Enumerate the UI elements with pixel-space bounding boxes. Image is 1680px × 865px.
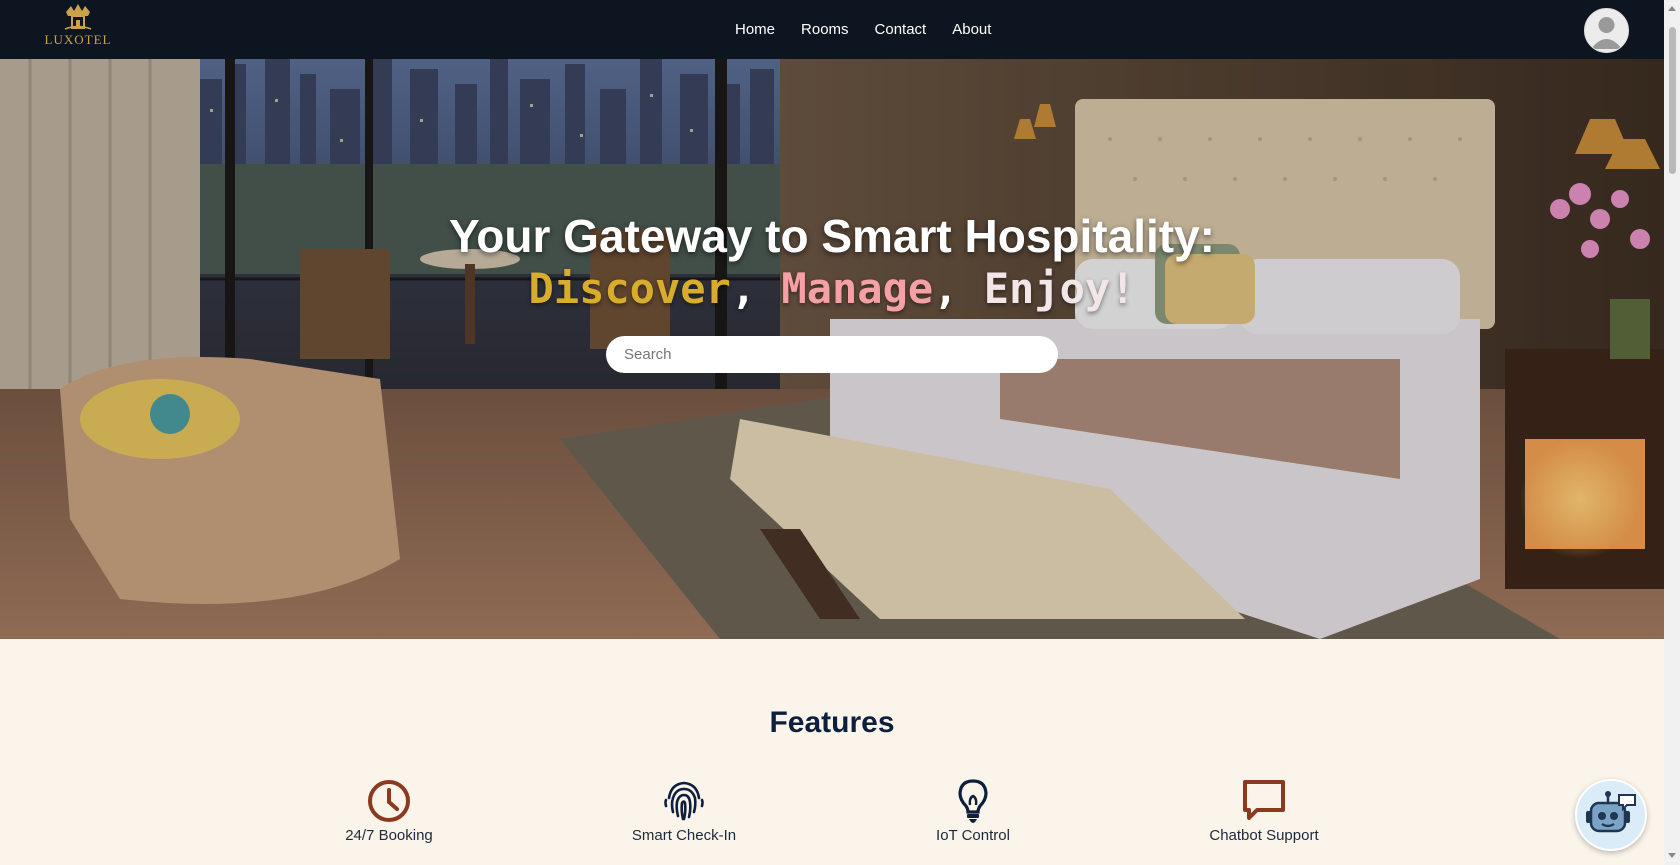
feature-label: 24/7 Booking (345, 827, 433, 844)
scroll-up-arrow[interactable] (1668, 6, 1676, 11)
nav-home[interactable]: Home (735, 21, 775, 38)
hero-separator-2: , (933, 264, 959, 313)
feature-iot-control[interactable]: IoT Control (873, 778, 1073, 844)
robot-chat-icon (1586, 791, 1636, 833)
feature-chatbot-support[interactable]: Chatbot Support (1164, 778, 1364, 844)
feature-smart-check-in[interactable]: Smart Check-In (584, 778, 784, 844)
feature-label: Chatbot Support (1209, 827, 1319, 844)
features-heading: Features (769, 706, 895, 739)
main-nav: Home Rooms Contact About (735, 0, 1017, 59)
hero-section: Your Gateway to Smart Hospitality: Disco… (0, 59, 1664, 639)
hero-word-enjoy: Enjoy! (983, 264, 1136, 313)
feature-label: Smart Check-In (631, 827, 737, 844)
hero-title: Your Gateway to Smart Hospitality: (449, 210, 1215, 262)
user-avatar-button[interactable] (1584, 8, 1629, 53)
feature-label: IoT Control (936, 827, 1010, 844)
scroll-down-arrow[interactable] (1668, 853, 1676, 858)
brand-logo[interactable]: LUXOTEL (38, 2, 118, 54)
nav-about[interactable]: About (952, 21, 991, 38)
hero-word-discover: Discover (528, 264, 731, 313)
search-input[interactable] (606, 336, 1058, 373)
top-navbar: LUXOTEL Home Rooms Contact About (0, 0, 1664, 59)
hero-subtitle: Discover, Manage, Enjoy! (0, 264, 1664, 313)
fingerprint-icon (664, 781, 704, 821)
chatbot-launcher-button[interactable] (1575, 779, 1647, 851)
hero-word-manage: Manage (781, 264, 934, 313)
hero-separator-1: , (730, 264, 757, 313)
feature-24-7-booking[interactable]: 24/7 Booking (289, 778, 489, 844)
user-avatar-icon (1591, 17, 1622, 49)
brand-name: LUXOTEL (44, 32, 112, 47)
clock-icon (368, 780, 410, 822)
chat-bubble-icon (1243, 780, 1285, 820)
crown-hotel-icon (64, 4, 92, 30)
nav-rooms[interactable]: Rooms (801, 21, 849, 38)
lightbulb-icon (958, 779, 988, 823)
nav-contact[interactable]: Contact (875, 21, 927, 38)
scrollbar-thumb[interactable] (1669, 27, 1676, 174)
